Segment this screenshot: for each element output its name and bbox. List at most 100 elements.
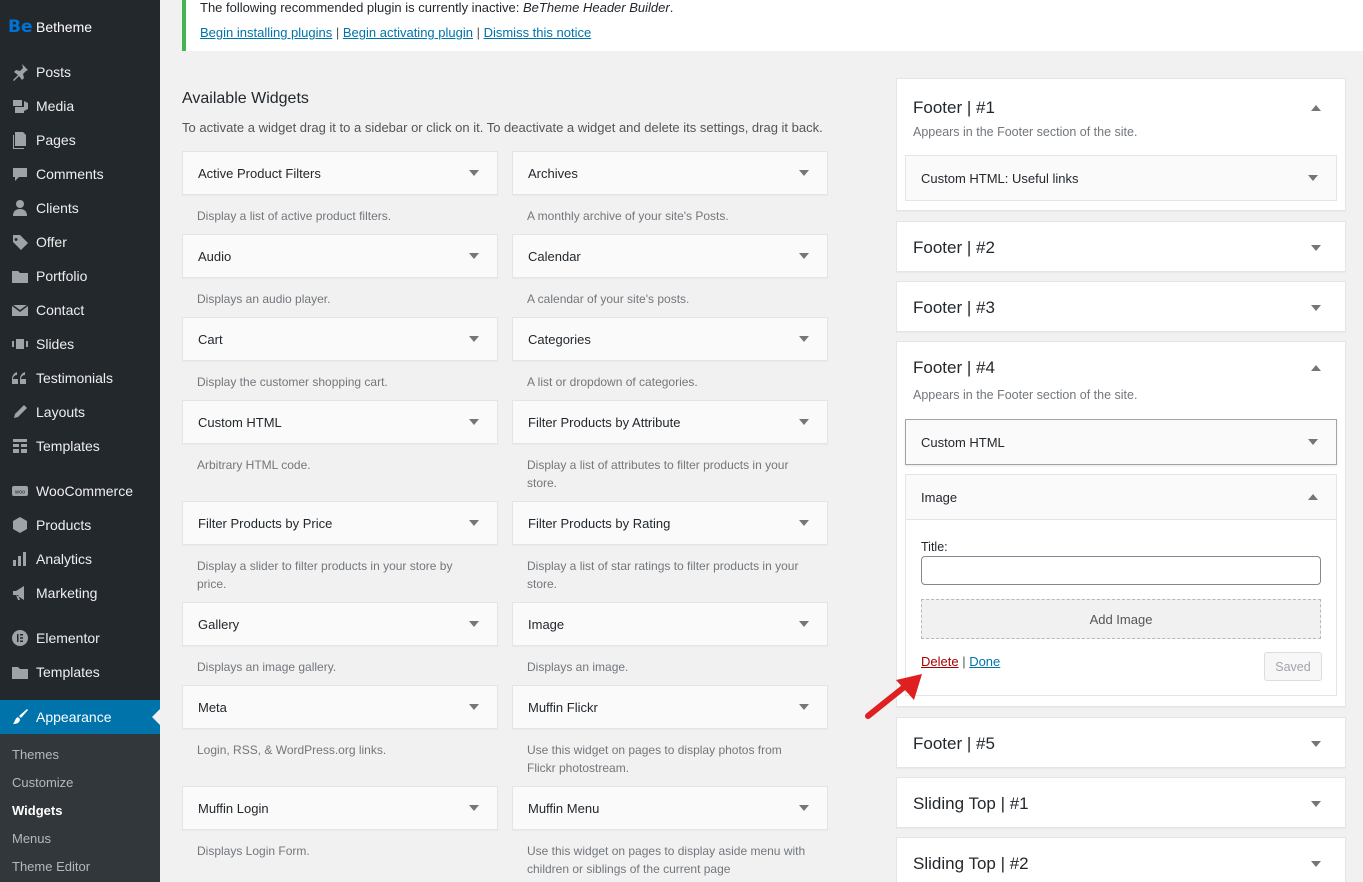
image-widget-header[interactable]: Image <box>906 475 1336 519</box>
widget-title: Calendar <box>528 248 581 264</box>
widget-handle[interactable]: Calendar <box>512 234 828 278</box>
widget-handle[interactable]: Filter Products by Price <box>182 501 498 545</box>
expand-arrow-icon[interactable] <box>1311 740 1321 747</box>
submenu-theme-editor[interactable]: Theme Editor <box>12 859 90 874</box>
folder-icon <box>0 663 36 681</box>
expand-arrow-icon[interactable] <box>469 704 479 710</box>
widget-handle[interactable]: Muffin Flickr <box>512 685 828 729</box>
widget-description: Displays an audio player. <box>197 292 331 306</box>
collapse-arrow-icon[interactable] <box>1311 105 1321 111</box>
expand-arrow-icon[interactable] <box>1311 304 1321 311</box>
menu-item-label: Layouts <box>36 404 86 420</box>
widget-handle[interactable]: Muffin Login <box>182 786 498 830</box>
title-input[interactable] <box>921 556 1321 585</box>
sidebar-footer-3[interactable]: Footer | #3 <box>896 281 1346 332</box>
sidebar-description: Appears in the Footer section of the sit… <box>913 125 1138 139</box>
expand-arrow-icon[interactable] <box>799 621 809 627</box>
expand-arrow-icon[interactable] <box>469 520 479 526</box>
expand-arrow-icon[interactable] <box>799 336 809 342</box>
sidebar-sliding-top-2[interactable]: Sliding Top | #2 <box>896 837 1346 882</box>
menu-item-woocommerce[interactable]: woo WooCommerce <box>0 474 160 508</box>
menu-item-pages[interactable]: Pages <box>0 123 160 157</box>
menu-item-appearance[interactable]: Appearance <box>0 700 160 734</box>
available-widget: Filter Products by Attribute Display a li… <box>512 400 828 492</box>
brand[interactable]: Be Betheme <box>0 10 160 44</box>
menu-item-slides[interactable]: Slides <box>0 327 160 361</box>
menu-item-label: Analytics <box>36 551 93 567</box>
begin-activating-link[interactable]: Begin activating plugin <box>343 25 473 40</box>
menu-item-layouts[interactable]: Layouts <box>0 395 160 429</box>
expand-arrow-icon[interactable] <box>469 253 479 259</box>
delete-link[interactable]: Delete <box>921 654 959 669</box>
widget-handle[interactable]: Custom HTML <box>182 400 498 444</box>
expand-arrow-icon[interactable] <box>469 419 479 425</box>
menu-item-portfolio[interactable]: Portfolio <box>0 259 160 293</box>
menu-item-analytics[interactable]: Analytics <box>0 542 160 576</box>
expand-arrow-icon[interactable] <box>799 520 809 526</box>
submenu-customize[interactable]: Customize <box>12 775 73 790</box>
widget-handle[interactable]: Audio <box>182 234 498 278</box>
widget-handle[interactable]: Gallery <box>182 602 498 646</box>
widget-handle[interactable]: Muffin Menu <box>512 786 828 830</box>
widget-handle[interactable]: Active Product Filters <box>182 151 498 195</box>
expand-arrow-icon[interactable] <box>1311 800 1321 807</box>
expand-arrow-icon[interactable] <box>469 805 479 811</box>
expand-arrow-icon[interactable] <box>1308 439 1318 445</box>
widget-handle[interactable]: Image <box>512 602 828 646</box>
menu-item-posts[interactable]: Posts <box>0 55 160 89</box>
red-arrow-icon <box>865 674 922 719</box>
menu-item-elementor[interactable]: Elementor <box>0 621 160 655</box>
menu-item-contact[interactable]: Contact <box>0 293 160 327</box>
expand-arrow-icon[interactable] <box>1308 175 1318 181</box>
expand-arrow-icon[interactable] <box>799 704 809 710</box>
sidebar-footer-4-header[interactable]: Footer | #4 <box>897 342 1345 394</box>
saved-button[interactable]: Saved <box>1264 652 1322 681</box>
collapse-arrow-icon[interactable] <box>1308 494 1318 500</box>
widget-handle[interactable]: Categories <box>512 317 828 361</box>
widget-handle[interactable]: Meta <box>182 685 498 729</box>
expand-arrow-icon[interactable] <box>799 170 809 176</box>
widget-description: Display a slider to filter products in y… <box>197 559 453 591</box>
widget-title: Active Product Filters <box>198 165 321 181</box>
menu-item-comments[interactable]: Comments <box>0 157 160 191</box>
expand-arrow-icon[interactable] <box>469 336 479 342</box>
menu-item-templates[interactable]: Templates <box>0 655 160 689</box>
sidebar-footer-2[interactable]: Footer | #2 <box>896 221 1346 272</box>
submenu-widgets[interactable]: Widgets <box>12 803 62 818</box>
add-image-button[interactable]: Add Image <box>921 599 1321 639</box>
expand-arrow-icon[interactable] <box>1311 244 1321 251</box>
dismiss-notice-link[interactable]: Dismiss this notice <box>484 25 592 40</box>
sidebar-sliding-top-1[interactable]: Sliding Top | #1 <box>896 777 1346 828</box>
menu-item-marketing[interactable]: Marketing <box>0 576 160 610</box>
sidebar-widget[interactable]: Custom HTML: Useful links <box>905 155 1337 201</box>
widget-handle[interactable]: Filter Products by Rating <box>512 501 828 545</box>
expand-arrow-icon[interactable] <box>1311 860 1321 867</box>
brush-icon <box>0 708 36 726</box>
available-widgets-title: Available Widgets <box>182 90 309 107</box>
widget-title: Muffin Login <box>198 800 269 816</box>
menu-item-templates[interactable]: Templates <box>0 429 160 463</box>
menu-item-products[interactable]: Products <box>0 508 160 542</box>
expand-arrow-icon[interactable] <box>799 253 809 259</box>
menu-item-offer[interactable]: Offer <box>0 225 160 259</box>
expand-arrow-icon[interactable] <box>799 419 809 425</box>
expand-arrow-icon[interactable] <box>469 170 479 176</box>
begin-installing-link[interactable]: Begin installing plugins <box>200 25 332 40</box>
widget-title: Gallery <box>198 616 240 632</box>
expand-arrow-icon[interactable] <box>469 621 479 627</box>
expand-arrow-icon[interactable] <box>799 805 809 811</box>
widget-handle[interactable]: Cart <box>182 317 498 361</box>
submenu-menus[interactable]: Menus <box>12 831 51 846</box>
menu-item-clients[interactable]: Clients <box>0 191 160 225</box>
sidebar-footer-5[interactable]: Footer | #5 <box>896 717 1346 768</box>
widget-handle[interactable]: Archives <box>512 151 828 195</box>
widget-title: Meta <box>198 699 227 715</box>
widget-title: Custom HTML <box>198 414 282 430</box>
menu-item-media[interactable]: Media <box>0 89 160 123</box>
submenu-themes[interactable]: Themes <box>12 747 59 762</box>
widget-handle[interactable]: Filter Products by Attribute <box>512 400 828 444</box>
collapse-arrow-icon[interactable] <box>1311 365 1321 371</box>
done-link[interactable]: Done <box>969 654 1000 669</box>
menu-item-testimonials[interactable]: Testimonials <box>0 361 160 395</box>
sidebar-widget-custom-html[interactable]: Custom HTML <box>905 419 1337 465</box>
